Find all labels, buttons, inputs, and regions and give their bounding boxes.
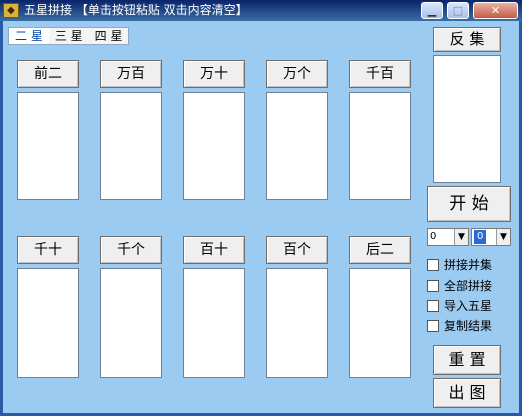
window-title: 五星拼接 【单击按钮粘贴 双击内容清空】 — [24, 3, 248, 17]
tab-strip: 二 星 三 星 四 星 — [8, 27, 130, 45]
option-label: 复制结果 — [444, 319, 493, 333]
checkbox-copy-result[interactable] — [427, 320, 439, 332]
option-import-five-star[interactable]: 导入五星 — [427, 298, 492, 314]
paste-button-qian-er[interactable]: 前二 — [17, 60, 79, 88]
range-start-select[interactable]: 0 ▼ — [427, 228, 469, 246]
chevron-down-icon[interactable]: ▼ — [496, 229, 510, 245]
maximize-button[interactable]: □ — [447, 2, 469, 19]
title-bar: ◆ 五星拼接 【单击按钮粘贴 双击内容清空】 ▁ □ ✕ — [0, 0, 522, 21]
output-image-button[interactable]: 出 图 — [433, 378, 501, 408]
minimize-button[interactable]: ▁ — [421, 2, 443, 19]
textbox-qian-ge[interactable] — [100, 268, 162, 378]
paste-button-wan-ge[interactable]: 万个 — [266, 60, 328, 88]
reverse-button[interactable]: 反 集 — [433, 27, 501, 52]
chevron-down-icon[interactable]: ▼ — [454, 229, 468, 245]
reverse-result-box[interactable] — [433, 55, 501, 183]
textbox-qian-bai[interactable] — [349, 92, 411, 200]
paste-button-qian-bai[interactable]: 千百 — [349, 60, 411, 88]
app-icon: ◆ — [3, 3, 19, 18]
checkbox-import-five-star[interactable] — [427, 300, 439, 312]
textbox-qian-er[interactable] — [17, 92, 79, 200]
option-label: 全部拼接 — [444, 279, 493, 293]
paste-button-hou-er[interactable]: 后二 — [349, 236, 411, 264]
option-label: 导入五星 — [444, 299, 493, 313]
checkbox-union-join[interactable] — [427, 259, 439, 271]
reset-button[interactable]: 重 置 — [433, 345, 501, 375]
option-union-join[interactable]: 拼接并集 — [427, 257, 492, 273]
tab-three-star[interactable]: 三 星 — [49, 28, 89, 44]
paste-button-wan-bai[interactable]: 万百 — [100, 60, 162, 88]
close-button[interactable]: ✕ — [473, 2, 518, 19]
textbox-qian-shi[interactable] — [17, 268, 79, 378]
paste-button-wan-shi[interactable]: 万十 — [183, 60, 245, 88]
option-label: 拼接并集 — [444, 258, 493, 272]
start-button[interactable]: 开 始 — [427, 186, 511, 222]
textbox-wan-shi[interactable] — [183, 92, 245, 200]
textbox-bai-ge[interactable] — [266, 268, 328, 378]
paste-button-bai-ge[interactable]: 百个 — [266, 236, 328, 264]
textbox-wan-bai[interactable] — [100, 92, 162, 200]
range-start-value: 0 — [430, 231, 437, 242]
tab-two-star[interactable]: 二 星 — [9, 28, 49, 44]
option-join-all[interactable]: 全部拼接 — [427, 278, 492, 294]
checkbox-join-all[interactable] — [427, 280, 439, 292]
paste-button-bai-shi[interactable]: 百十 — [183, 236, 245, 264]
paste-button-qian-shi[interactable]: 千十 — [17, 236, 79, 264]
tab-four-star[interactable]: 四 星 — [89, 28, 129, 44]
range-end-value: 0 — [474, 230, 487, 244]
textbox-wan-ge[interactable] — [266, 92, 328, 200]
textbox-hou-er[interactable] — [349, 268, 411, 378]
option-copy-result[interactable]: 复制结果 — [427, 318, 492, 334]
paste-button-qian-ge[interactable]: 千个 — [100, 236, 162, 264]
range-end-select[interactable]: 0 ▼ — [471, 228, 511, 246]
textbox-bai-shi[interactable] — [183, 268, 245, 378]
